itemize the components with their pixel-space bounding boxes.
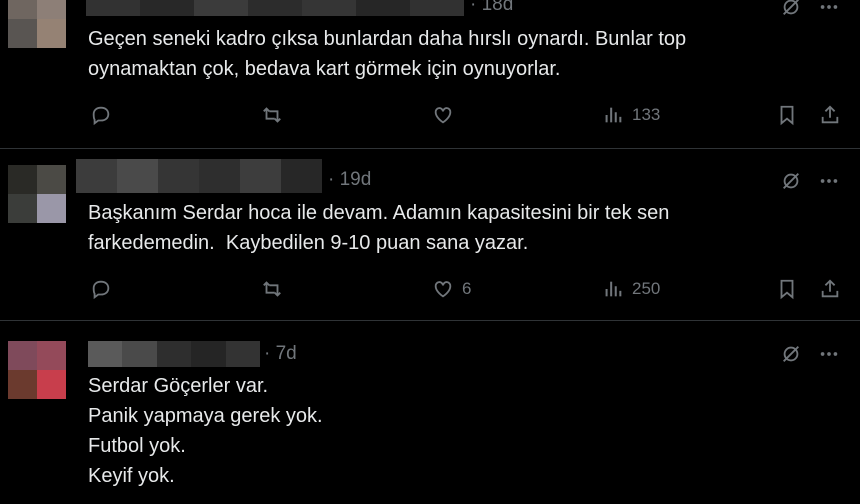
timestamp[interactable]: · 18d bbox=[470, 0, 513, 16]
reply-button[interactable] bbox=[90, 104, 112, 126]
views-icon bbox=[605, 281, 622, 297]
avatar-pixel bbox=[8, 19, 37, 48]
author-name-blurred[interactable] bbox=[76, 159, 322, 193]
like-button[interactable] bbox=[432, 104, 454, 126]
like-button[interactable]: 6 bbox=[432, 278, 471, 300]
repost-button[interactable] bbox=[261, 104, 283, 126]
tweet-1[interactable]: · 18d Geçen seneki kadro çıksa bunlardan… bbox=[0, 0, 860, 148]
reply-button[interactable] bbox=[90, 278, 112, 300]
more-icon[interactable] bbox=[818, 343, 840, 365]
repost-button[interactable] bbox=[261, 278, 283, 300]
tweet-text: Geçen seneki kadro çıksa bunlardan daha … bbox=[88, 28, 687, 80]
timestamp[interactable]: · 7d bbox=[264, 343, 297, 365]
more-icon[interactable] bbox=[818, 170, 840, 192]
avatar-pixel bbox=[8, 341, 37, 370]
avatar-pixel bbox=[37, 19, 66, 48]
likes-count: 6 bbox=[462, 279, 472, 298]
heart-icon bbox=[434, 281, 452, 298]
bookmark-button[interactable] bbox=[776, 104, 798, 126]
tweet-2[interactable]: · 19d Başkanım Serdar hoca ile devam. Ad… bbox=[0, 149, 860, 319]
views-button[interactable]: 250 bbox=[602, 278, 660, 300]
heart-icon bbox=[434, 107, 452, 124]
views-count: 133 bbox=[632, 105, 661, 124]
share-icon bbox=[821, 279, 839, 298]
grok-icon[interactable] bbox=[780, 0, 802, 18]
author-name-blurred[interactable] bbox=[86, 0, 464, 16]
repost-icon bbox=[263, 107, 281, 123]
views-icon bbox=[605, 107, 622, 123]
avatar-pixel bbox=[37, 341, 66, 370]
avatar[interactable] bbox=[8, 0, 66, 48]
views-button[interactable]: 133 bbox=[602, 104, 660, 126]
share-icon bbox=[821, 105, 839, 124]
avatar-pixel bbox=[37, 370, 66, 399]
avatar[interactable] bbox=[8, 341, 66, 399]
reply-icon bbox=[92, 106, 110, 126]
reply-icon bbox=[92, 280, 110, 300]
grok-icon[interactable] bbox=[780, 343, 802, 365]
avatar-pixel bbox=[37, 194, 66, 223]
bookmark-button[interactable] bbox=[776, 278, 798, 300]
tweet-3[interactable]: · 7d Serdar Göçerler var. Panik yapmaya … bbox=[0, 321, 860, 504]
bookmark-icon bbox=[780, 279, 794, 300]
avatar-pixel bbox=[8, 194, 37, 223]
share-button[interactable] bbox=[819, 278, 841, 300]
repost-icon bbox=[263, 281, 281, 297]
avatar-pixel bbox=[37, 165, 66, 194]
avatar-pixel bbox=[37, 0, 66, 19]
share-button[interactable] bbox=[819, 104, 841, 126]
avatar[interactable] bbox=[8, 165, 66, 223]
tweet-text: Başkanım Serdar hoca ile devam. Adamın k… bbox=[88, 202, 670, 254]
timestamp[interactable]: · 19d bbox=[328, 169, 371, 191]
tweet-text: Serdar Göçerler var. Panik yapmaya gerek… bbox=[88, 375, 323, 487]
author-name-blurred[interactable] bbox=[88, 341, 261, 367]
bookmark-icon bbox=[780, 105, 794, 126]
views-count: 250 bbox=[632, 279, 661, 298]
avatar-pixel bbox=[8, 0, 37, 19]
more-icon[interactable] bbox=[818, 0, 840, 18]
grok-icon[interactable] bbox=[780, 170, 802, 192]
avatar-pixel bbox=[8, 370, 37, 399]
avatar-pixel bbox=[8, 165, 37, 194]
